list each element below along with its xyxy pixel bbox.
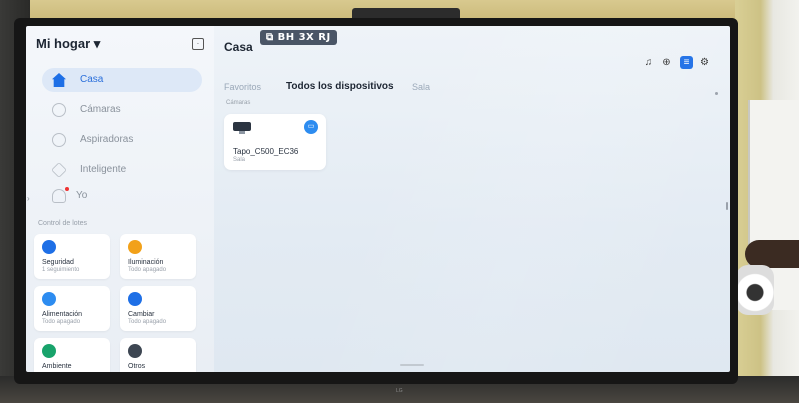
bell-icon[interactable]: ♫ [642,56,655,69]
sidebar: Mi hogar ▾ · Casa Cámaras Aspiradoras In… [26,26,214,372]
sidebar-item-label: Cámaras [80,104,121,115]
tv-brand-logo: LG [396,388,403,394]
plate-text: BH 3X RJ [277,32,331,43]
camera-icon [52,103,66,117]
notification-dot [65,187,69,191]
device-card[interactable]: ▭ Tapo_C500_EC36 Sala [224,114,326,170]
device-name: Tapo_C500_EC36 [233,147,299,156]
vacuum-icon [52,133,66,147]
leaf-icon [42,344,56,358]
batch-card-iluminacion[interactable]: Iluminación Todo apagado [120,234,196,279]
sidebar-item-yo[interactable]: Yo [42,184,230,208]
add-icon[interactable]: ⊕ [660,56,673,69]
lightbulb-icon [128,240,142,254]
card-title: Iluminación [128,259,164,266]
bottom-handle[interactable] [400,364,424,366]
more-icon[interactable] [715,92,718,95]
tab-todos-los-dispositivos[interactable]: Todos los dispositivos [286,81,394,92]
person-icon [52,187,69,203]
grid-icon [128,344,142,358]
plug-icon [42,292,56,306]
home-selector[interactable]: Mi hogar ▾ [36,36,100,52]
sidebar-item-casa[interactable]: Casa [42,68,202,92]
batch-card-cambiar[interactable]: Cambiar Todo apagado [120,286,196,331]
sidebar-item-label: Yo [76,190,88,201]
switch-icon [128,292,142,306]
batch-card-otros[interactable]: Otros [120,338,196,372]
live-view-icon[interactable]: ▭ [304,120,318,134]
scroll-handle[interactable] [726,202,728,210]
main-panel: Casa ⧉ BH 3X RJ ♫ ⊕ ≡ ⚙ Favoritos Todos … [214,26,730,372]
card-title: Seguridad [42,259,74,266]
page-title: Casa [224,40,253,54]
card-title: Cambiar [128,311,155,318]
app-screen: Mi hogar ▾ · Casa Cámaras Aspiradoras In… [26,26,730,372]
license-plate-overlay: ⧉ BH 3X RJ [260,30,337,45]
hand [745,240,799,268]
card-title: Alimentación [42,311,83,318]
category-label: Cámaras [226,100,251,106]
card-subtitle: Todo apagado [128,319,167,325]
sidebar-item-label: Aspiradoras [80,134,134,145]
security-camera-device [736,265,774,315]
batch-card-alimentacion[interactable]: Alimentación Todo apagado [34,286,110,331]
card-subtitle: Todo apagado [42,319,81,325]
batch-card-ambiente[interactable]: Ambiente [34,338,110,372]
section-title: Control de lotes [38,220,88,227]
house-icon [52,73,66,87]
sidebar-item-label: Casa [80,74,104,85]
card-title: Otros [128,363,146,370]
device-thumbnail [233,122,251,134]
list-view-icon[interactable]: ≡ [680,56,693,69]
expand-arrow-icon[interactable]: › [27,194,30,203]
sidebar-item-camaras[interactable]: Cámaras [42,98,230,122]
toolbar: ♫ ⊕ ≡ ⚙ [636,56,716,70]
device-room: Sala [233,157,246,163]
card-title: Ambiente [42,363,72,370]
settings-icon[interactable]: ⚙ [698,56,711,69]
batch-card-seguridad[interactable]: Seguridad 1 seguimiento [34,234,110,279]
smart-cube-icon [51,162,67,178]
security-icon [42,240,56,254]
tab-sala[interactable]: Sala [412,82,430,92]
card-subtitle: 1 seguimiento [42,267,80,273]
tab-favoritos[interactable]: Favoritos [224,82,261,92]
sidebar-item-inteligente[interactable]: Inteligente [42,158,230,182]
sidebar-item-aspiradoras[interactable]: Aspiradoras [42,128,230,152]
sidebar-item-label: Inteligente [80,164,127,175]
sidebar-toggle-icon[interactable]: · [192,38,204,50]
card-subtitle: Todo apagado [128,267,167,273]
